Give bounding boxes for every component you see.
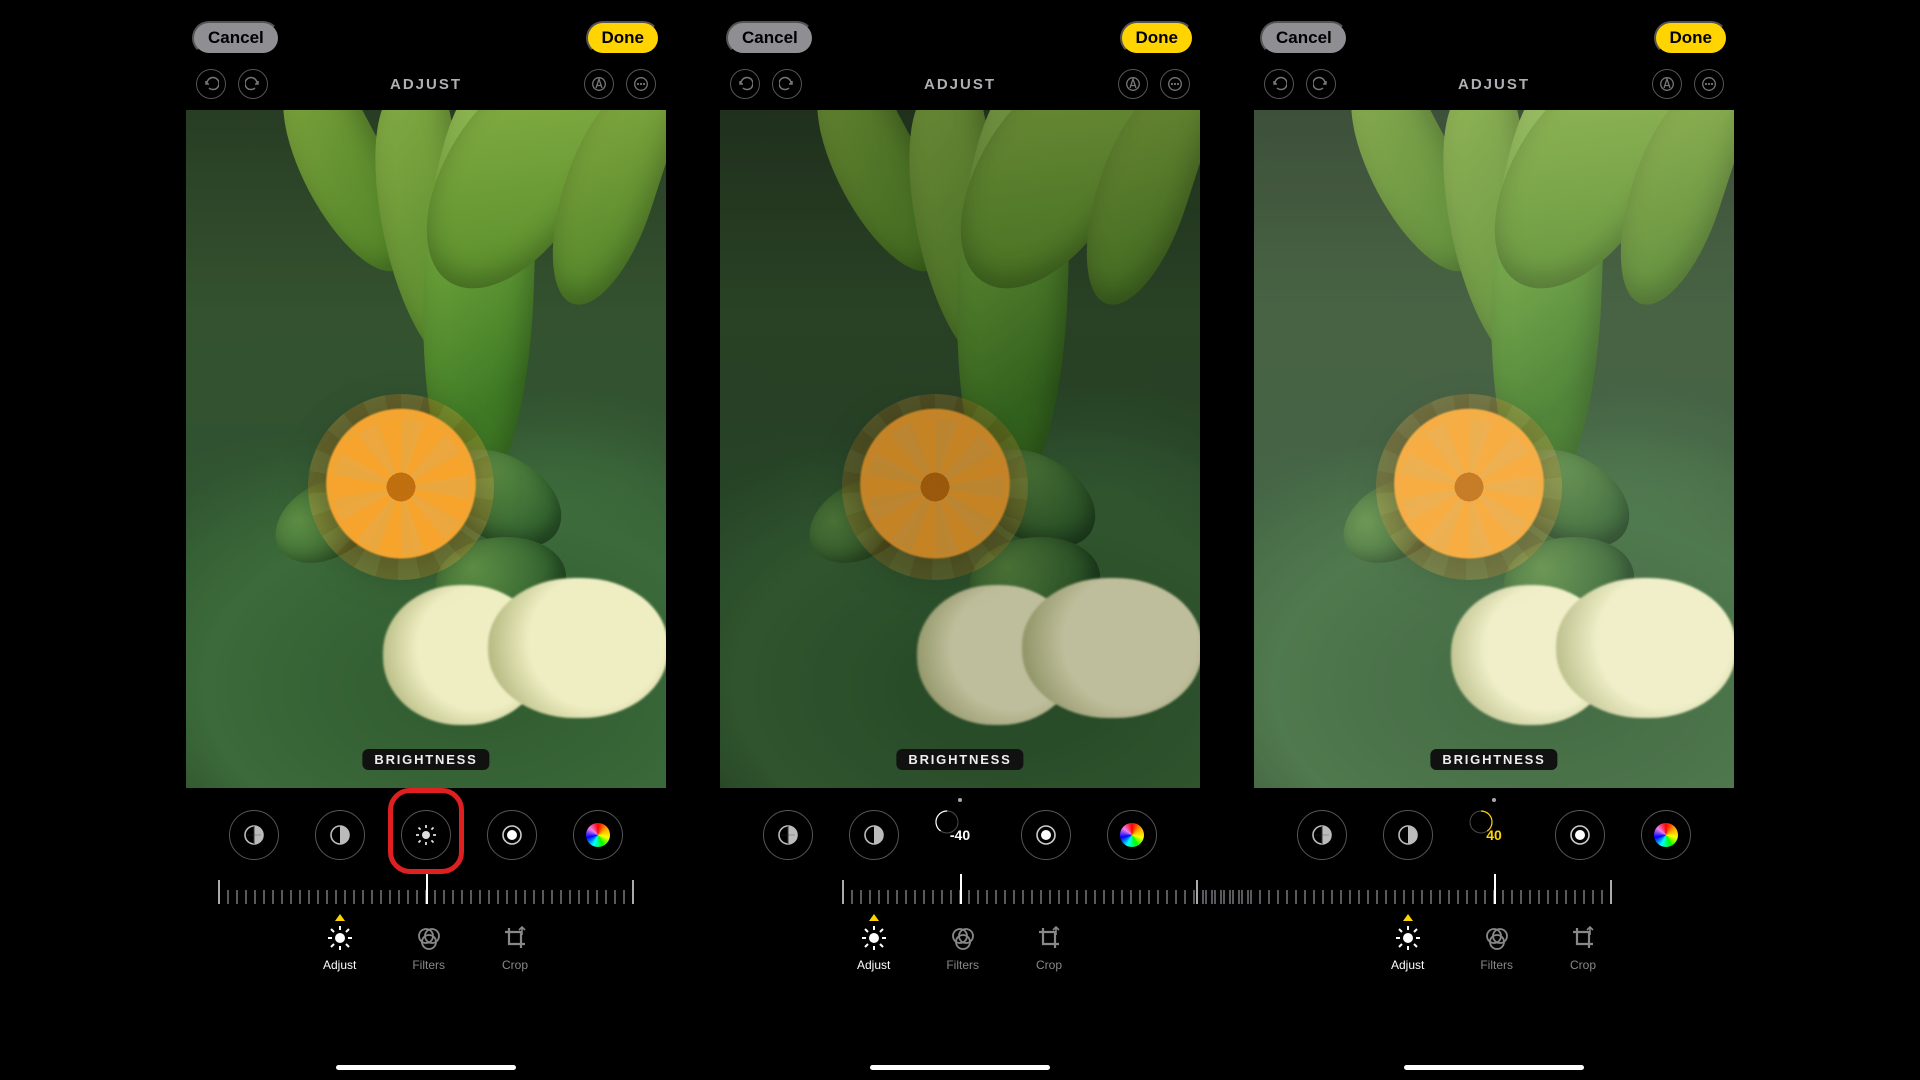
brilliance-dial[interactable] — [849, 810, 899, 860]
undo-button[interactable] — [196, 69, 226, 99]
slider-center-indicator — [958, 798, 962, 802]
exposure-dial[interactable] — [763, 810, 813, 860]
tab-crop[interactable]: Crop — [1035, 924, 1063, 1000]
tab-adjust-label: Adjust — [1391, 958, 1424, 972]
done-label: Done — [1136, 28, 1179, 47]
tab-crop[interactable]: Crop — [501, 924, 529, 1000]
photo-editor-screen: Cancel Done ADJUST — [720, 16, 1200, 1076]
markup-button[interactable] — [1118, 69, 1148, 99]
tab-filters[interactable]: Filters — [1480, 924, 1513, 1000]
tab-filters-label: Filters — [946, 958, 979, 972]
done-label: Done — [602, 28, 645, 47]
cancel-button[interactable]: Cancel — [192, 21, 280, 55]
tab-adjust[interactable]: Adjust — [323, 924, 356, 1000]
tab-adjust[interactable]: Adjust — [857, 924, 890, 1000]
mode-label: ADJUST — [1458, 76, 1530, 93]
redo-button[interactable] — [238, 69, 268, 99]
redo-button[interactable] — [1306, 69, 1336, 99]
cancel-label: Cancel — [208, 28, 264, 47]
contrast-dial[interactable] — [1021, 810, 1071, 860]
more-button[interactable] — [1160, 69, 1190, 99]
contrast-dial[interactable] — [487, 810, 537, 860]
brightness-dial[interactable]: 40 — [1469, 810, 1519, 860]
tab-crop-label: Crop — [502, 958, 528, 972]
saturation-dial[interactable] — [1641, 810, 1691, 860]
brightness-slider[interactable] — [186, 874, 666, 914]
undo-button[interactable] — [730, 69, 760, 99]
param-badge: BRIGHTNESS — [362, 749, 489, 770]
tab-filters[interactable]: Filters — [412, 924, 445, 1000]
cancel-button[interactable]: Cancel — [1260, 21, 1348, 55]
tab-filters-label: Filters — [412, 958, 445, 972]
done-label: Done — [1670, 28, 1713, 47]
param-badge: BRIGHTNESS — [1430, 749, 1557, 770]
brightness-slider[interactable] — [1254, 874, 1734, 914]
markup-button[interactable] — [1652, 69, 1682, 99]
photo-editor-screen: Cancel Done ADJUST — [186, 16, 666, 1076]
tab-crop-label: Crop — [1036, 958, 1062, 972]
home-indicator[interactable] — [1404, 1065, 1584, 1070]
photo-editor-screen: Cancel Done ADJUST — [1254, 16, 1734, 1076]
brightness-slider[interactable] — [720, 874, 1200, 914]
exposure-dial[interactable] — [1297, 810, 1347, 860]
tab-filters-label: Filters — [1480, 958, 1513, 972]
saturation-dial[interactable] — [573, 810, 623, 860]
home-indicator[interactable] — [870, 1065, 1050, 1070]
mode-label: ADJUST — [924, 76, 996, 93]
saturation-dial[interactable] — [1107, 810, 1157, 860]
cancel-button[interactable]: Cancel — [726, 21, 814, 55]
done-button[interactable]: Done — [586, 21, 661, 55]
mode-label: ADJUST — [390, 76, 462, 93]
tab-adjust-label: Adjust — [323, 958, 356, 972]
done-button[interactable]: Done — [1654, 21, 1729, 55]
more-button[interactable] — [626, 69, 656, 99]
tab-adjust[interactable]: Adjust — [1391, 924, 1424, 1000]
undo-button[interactable] — [1264, 69, 1294, 99]
tab-crop-label: Crop — [1570, 958, 1596, 972]
contrast-dial[interactable] — [1555, 810, 1605, 860]
redo-button[interactable] — [772, 69, 802, 99]
markup-button[interactable] — [584, 69, 614, 99]
tab-adjust-label: Adjust — [857, 958, 890, 972]
cancel-label: Cancel — [1276, 28, 1332, 47]
param-badge: BRIGHTNESS — [896, 749, 1023, 770]
more-button[interactable] — [1694, 69, 1724, 99]
brightness-dial[interactable] — [401, 810, 451, 860]
home-indicator[interactable] — [336, 1065, 516, 1070]
brilliance-dial[interactable] — [1383, 810, 1433, 860]
cancel-label: Cancel — [742, 28, 798, 47]
slider-center-indicator — [1492, 798, 1496, 802]
photo-preview — [186, 110, 666, 788]
done-button[interactable]: Done — [1120, 21, 1195, 55]
brilliance-dial[interactable] — [315, 810, 365, 860]
tab-filters[interactable]: Filters — [946, 924, 979, 1000]
photo-preview — [1254, 110, 1734, 788]
photo-preview — [720, 110, 1200, 788]
brightness-dial[interactable]: -40 — [935, 810, 985, 860]
exposure-dial[interactable] — [229, 810, 279, 860]
tab-crop[interactable]: Crop — [1569, 924, 1597, 1000]
